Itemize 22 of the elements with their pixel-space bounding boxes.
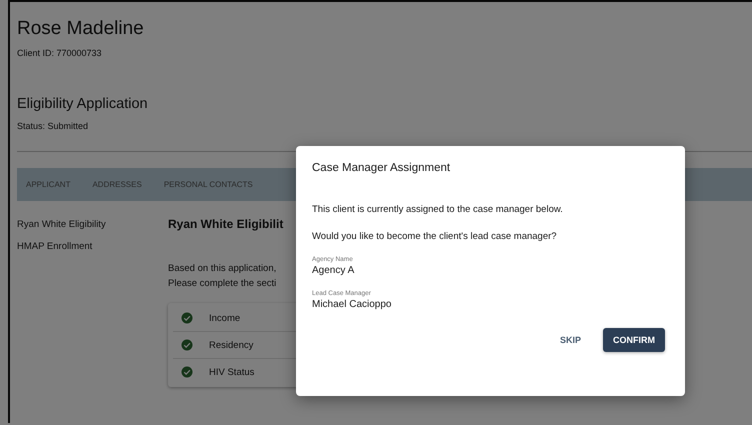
body-text: Please complete the secti [168, 277, 276, 291]
tab[interactable]: APPLICANT [26, 180, 70, 189]
section-label[interactable]: HIV Status [209, 366, 254, 378]
dialog-title: Case Manager Assignment [312, 162, 452, 174]
application-status: Status: Submitted [17, 121, 90, 131]
tab[interactable]: ADDRESSES [92, 180, 142, 189]
body-text: Based on this application, [168, 262, 276, 276]
sidebar-item[interactable]: Ryan White Eligibility [17, 219, 106, 230]
skip-button[interactable]: SKIP [552, 328, 589, 352]
field-value: Michael Cacioppo [312, 299, 392, 310]
dialog-message: Would you like to become the client's lead case manager? [312, 231, 558, 242]
client-id: Client ID: 770000733 [17, 48, 103, 58]
tab[interactable]: PERSONAL CONTACTS [164, 180, 253, 189]
confirm-button[interactable]: CONFIRM [603, 328, 665, 352]
sidebar-item[interactable]: HMAP Enrollment [17, 241, 92, 252]
application-title: Eligibility Application [17, 96, 149, 112]
section-label[interactable]: Residency [209, 340, 254, 350]
client-name: Rose Madeline [17, 17, 145, 41]
section-heading: Ryan White Eligibilit [168, 217, 284, 231]
field-value: Agency A [312, 265, 356, 276]
section-label[interactable]: Income [209, 312, 240, 324]
dialog-message: This client is currently assigned to the case manager below. [312, 204, 564, 215]
